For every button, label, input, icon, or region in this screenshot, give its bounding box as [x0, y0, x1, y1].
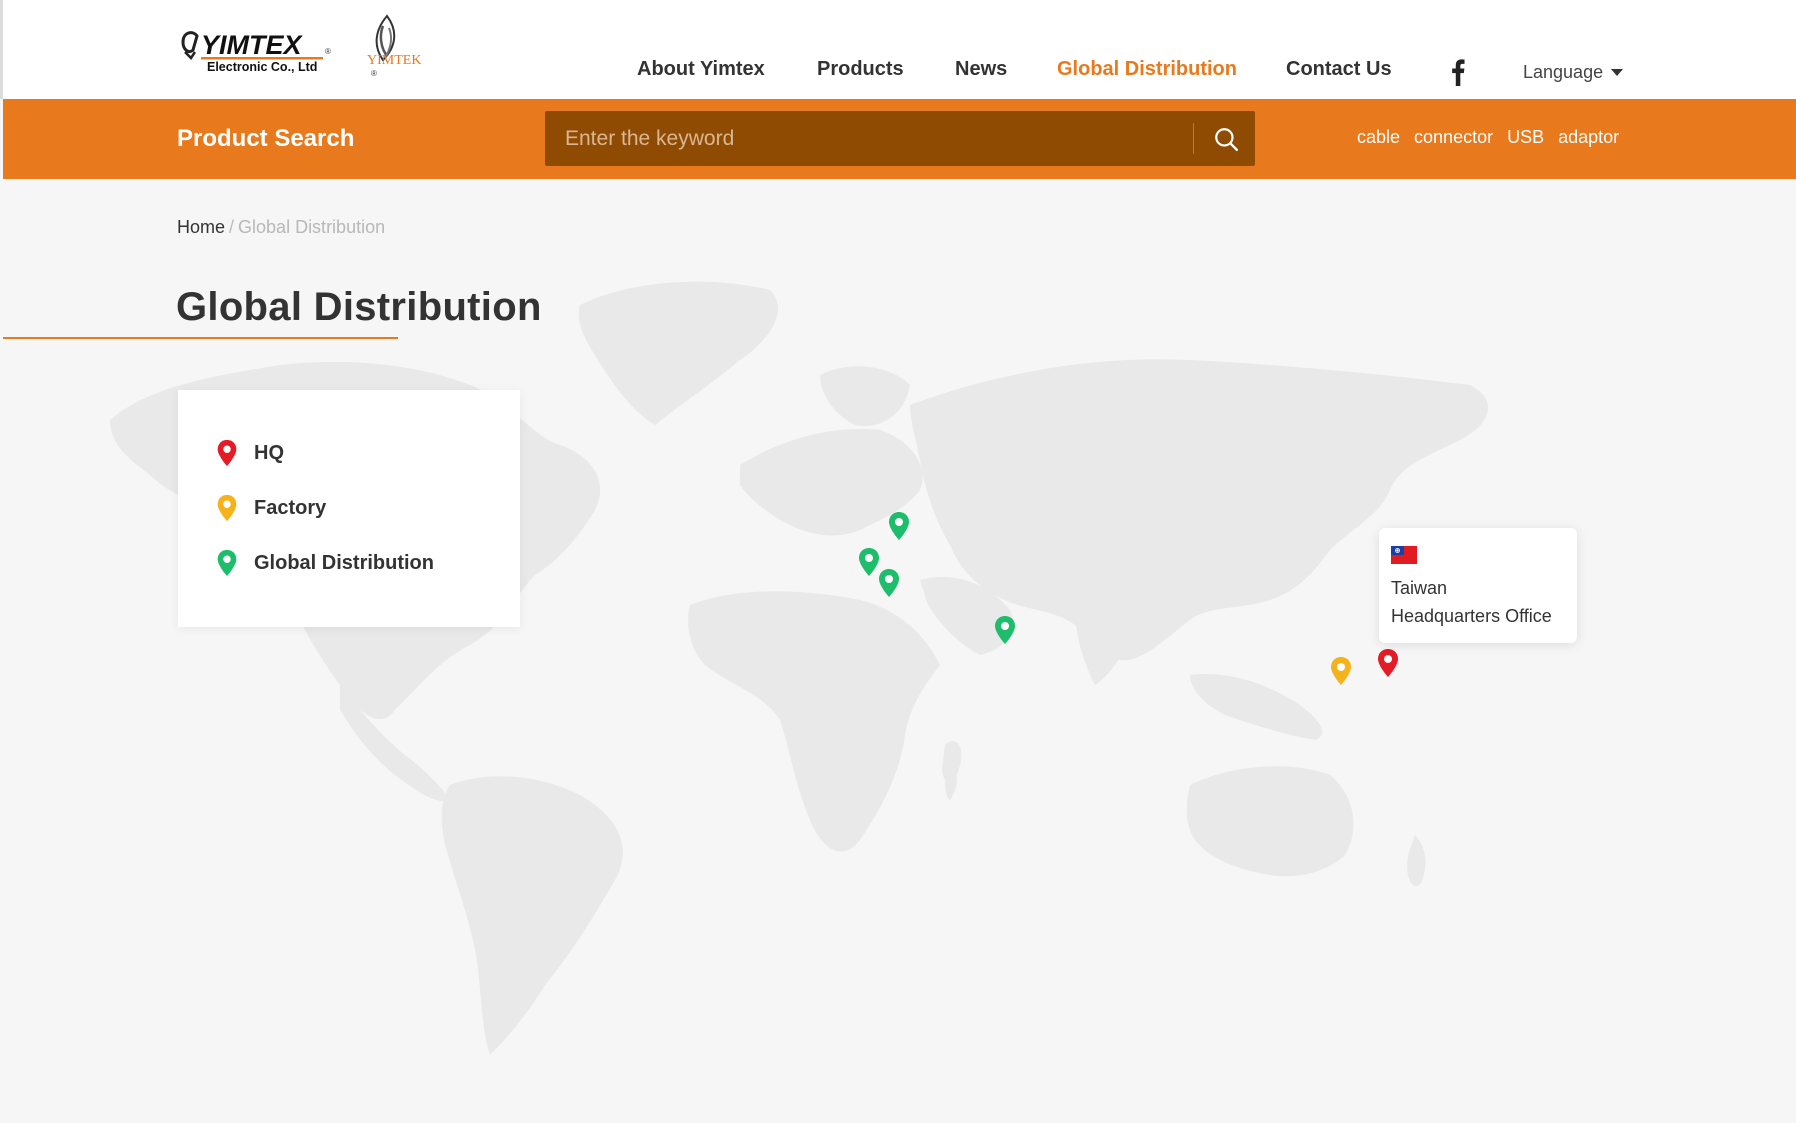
nav-about-yimtex[interactable]: About Yimtex	[637, 58, 765, 81]
map-pin-icon	[889, 512, 909, 540]
legend-hq[interactable]: HQ	[216, 439, 284, 467]
map-pin-icon	[1378, 649, 1398, 677]
svg-text:YIMTEX: YIMTEX	[201, 30, 304, 60]
map-pin-icon	[217, 439, 237, 467]
caret-down-icon	[1611, 69, 1624, 76]
breadcrumb: Home / Global Distribution	[177, 217, 385, 238]
search-input[interactable]	[545, 111, 1193, 166]
search-divider	[1193, 123, 1194, 154]
svg-text:®: ®	[325, 47, 331, 56]
map-pin-icon	[995, 616, 1015, 644]
page-title: Global Distribution	[176, 285, 542, 329]
factory-pin[interactable]	[1330, 656, 1352, 686]
nav-global-distribution[interactable]: Global Distribution	[1057, 58, 1237, 81]
legend-label: Global Distribution	[254, 551, 434, 574]
company-logo[interactable]: YIMTEX Electronic Co., Ltd ® YIMTEK ®	[179, 14, 429, 80]
legend-label: Factory	[254, 496, 327, 519]
search-box	[545, 111, 1255, 166]
map-pin-icon	[217, 494, 237, 522]
nav-news[interactable]: News	[955, 58, 1007, 81]
tag-usb[interactable]: USB	[1507, 127, 1544, 148]
tag-adaptor[interactable]: adaptor	[1558, 127, 1619, 148]
legend-label: HQ	[254, 441, 284, 464]
tag-connector[interactable]: connector	[1414, 127, 1493, 148]
svg-text:®: ®	[371, 69, 377, 78]
tag-cable[interactable]: cable	[1357, 127, 1400, 148]
legend-global-distribution[interactable]: Global Distribution	[216, 549, 434, 577]
hq-pin[interactable]	[1377, 648, 1399, 678]
language-label: Language	[1523, 62, 1604, 82]
nav-contact-us[interactable]: Contact Us	[1286, 58, 1392, 81]
breadcrumb-home[interactable]: Home	[177, 217, 225, 237]
site-header: YIMTEX Electronic Co., Ltd ® YIMTEK ® Ab…	[0, 0, 1796, 99]
taiwan-flag-icon	[1391, 546, 1417, 564]
distribution-pin[interactable]	[858, 547, 880, 577]
product-search-title: Product Search	[177, 125, 355, 152]
location-tooltip: Taiwan Headquarters Office	[1379, 528, 1577, 643]
distribution-pin[interactable]	[888, 511, 910, 541]
product-search-bar: Product Search cable connector USB adapt…	[3, 99, 1796, 179]
world-map	[110, 281, 1489, 1055]
search-button[interactable]	[1197, 111, 1255, 166]
search-icon	[1215, 127, 1239, 151]
breadcrumb-separator: /	[229, 217, 235, 237]
map-legend: HQ Factory Global Distribution	[178, 390, 520, 627]
legend-factory[interactable]: Factory	[216, 494, 326, 522]
breadcrumb-current: Global Distribution	[238, 217, 386, 237]
distribution-pin[interactable]	[878, 568, 900, 598]
facebook-icon[interactable]	[1449, 58, 1467, 86]
map-pin-icon	[859, 548, 879, 576]
nav-products[interactable]: Products	[817, 58, 904, 81]
svg-text:Electronic Co., Ltd: Electronic Co., Ltd	[207, 60, 317, 74]
title-underline	[3, 337, 398, 339]
search-tags: cable connector USB adaptor	[1357, 127, 1619, 148]
map-pin-icon	[879, 569, 899, 597]
tooltip-office: Headquarters Office	[1391, 606, 1552, 626]
map-pin-icon	[1331, 657, 1351, 685]
map-pin-icon	[217, 549, 237, 577]
svg-text:YIMTEK: YIMTEK	[367, 53, 421, 68]
distribution-pin[interactable]	[994, 615, 1016, 645]
tooltip-country: Taiwan	[1391, 578, 1448, 598]
language-selector[interactable]: Language	[1523, 62, 1624, 83]
